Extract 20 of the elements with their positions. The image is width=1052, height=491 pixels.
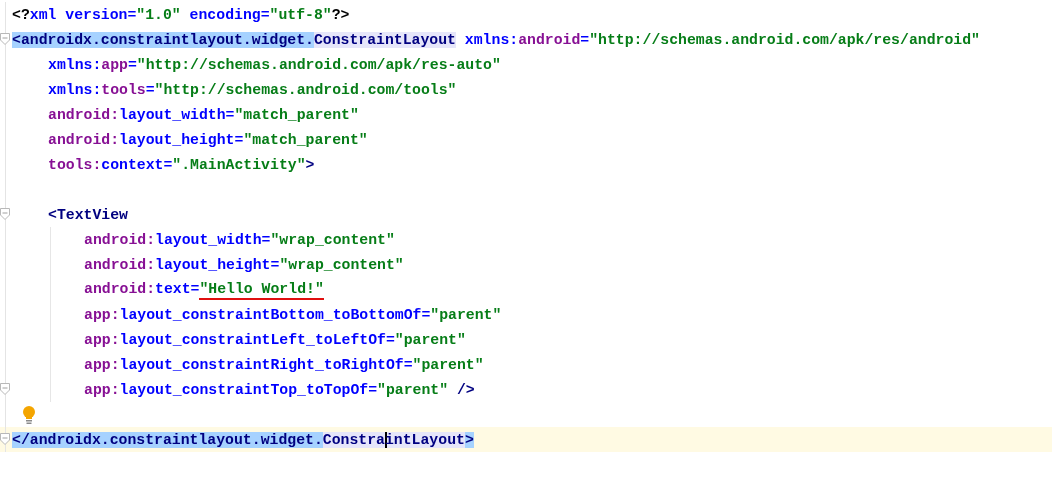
code-line: xmlns:app="http://schemas.android.com/apk/res-auto" <box>48 55 501 75</box>
code-line: app:layout_constraintTop_toTopOf="parent" /> <box>84 380 475 400</box>
fold-icon[interactable] <box>0 383 10 395</box>
code-line: <TextView <box>48 205 128 225</box>
code-line: android:layout_width="wrap_content" <box>84 230 395 250</box>
fold-icon[interactable] <box>0 208 10 220</box>
lightbulb-icon[interactable] <box>22 404 36 425</box>
code-line: android:layout_height="wrap_content" <box>84 255 404 275</box>
fold-icon[interactable] <box>0 33 10 45</box>
code-line: app:layout_constraintLeft_toLeftOf="parent" <box>84 330 466 350</box>
code-line: android:layout_height="match_parent" <box>48 130 368 150</box>
code-line: <androidx.constraintlayout.widget.ConstraintLayout xmlns:android="http://schemas.android.com/apk/res/android" <box>12 30 980 50</box>
code-line: app:layout_constraintRight_toRightOf="parent" <box>84 355 484 375</box>
code-line: android:text="Hello World!" <box>84 279 324 300</box>
fold-icon[interactable] <box>0 433 10 445</box>
code-line: <?xml version="1.0" encoding="utf-8"?> <box>12 5 350 25</box>
code-line: xmlns:tools="http://schemas.android.com/tools" <box>48 80 457 100</box>
code-line: tools:context=".MainActivity"> <box>48 155 315 175</box>
code-line: app:layout_constraintBottom_toBottomOf="parent" <box>84 305 502 325</box>
code-line: android:layout_width="match_parent" <box>48 105 359 125</box>
